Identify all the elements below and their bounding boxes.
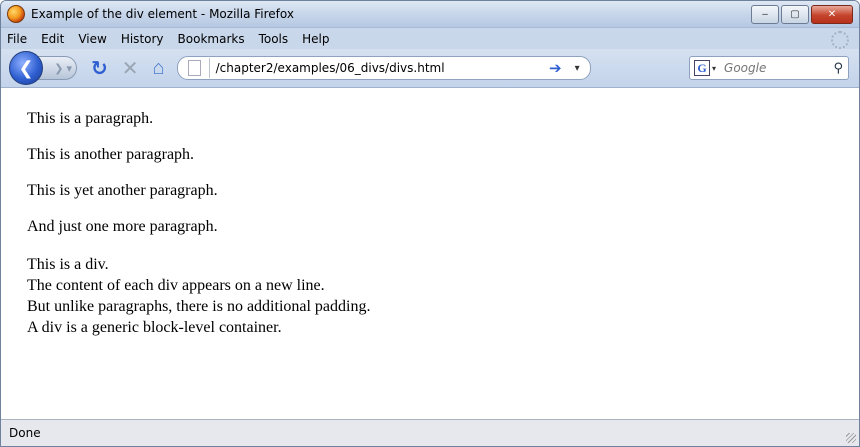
google-engine-icon[interactable]: G xyxy=(694,60,710,76)
browser-window: Example of the div element - Mozilla Fir… xyxy=(0,0,860,447)
page-icon xyxy=(187,60,201,76)
search-icon[interactable]: ⚲ xyxy=(833,60,843,76)
div-group: This is a div. The content of each div a… xyxy=(27,254,859,338)
menu-history[interactable]: History xyxy=(119,32,166,46)
div-line: This is a div. xyxy=(27,256,109,273)
url-dropdown-icon[interactable]: ▾ xyxy=(575,63,580,74)
search-input[interactable] xyxy=(722,60,827,76)
home-icon[interactable]: ⌂ xyxy=(153,57,165,80)
forward-arrow-icon: ❯ ▾ xyxy=(54,62,72,75)
go-arrow-icon[interactable]: ➔ xyxy=(549,59,562,77)
paragraph: This is another paragraph. xyxy=(27,146,195,163)
close-button[interactable]: ✕ xyxy=(811,5,853,24)
div-line: The content of each div appears on a new… xyxy=(27,277,325,294)
firefox-logo-icon xyxy=(7,5,25,23)
window-controls: – ▢ ✕ xyxy=(751,5,853,24)
div-line: But unlike paragraphs, there is no addit… xyxy=(27,298,371,315)
url-divider xyxy=(208,58,210,78)
page-content: This is a paragraph. This is another par… xyxy=(1,88,859,386)
paragraph: This is yet another paragraph. xyxy=(27,182,218,199)
title-bar[interactable]: Example of the div element - Mozilla Fir… xyxy=(1,1,859,28)
engine-dropdown-icon[interactable]: ▾ xyxy=(712,64,716,73)
resize-grip-icon[interactable] xyxy=(846,433,856,443)
menu-view[interactable]: View xyxy=(76,32,108,46)
menu-tools[interactable]: Tools xyxy=(257,32,291,46)
back-arrow-icon: ❮ xyxy=(18,57,34,78)
menu-file[interactable]: File xyxy=(5,32,29,46)
menu-help[interactable]: Help xyxy=(300,32,331,46)
url-text[interactable]: /chapter2/examples/06_divs/divs.html xyxy=(216,61,445,75)
back-button[interactable]: ❮ xyxy=(9,51,43,85)
status-bar: Done xyxy=(1,419,859,446)
menu-bookmarks[interactable]: Bookmarks xyxy=(176,32,247,46)
stop-icon[interactable]: ✕ xyxy=(122,56,139,81)
paragraph: And just one more paragraph. xyxy=(27,218,218,235)
div-line: A div is a generic block-level container… xyxy=(27,319,282,336)
minimize-button[interactable]: – xyxy=(751,5,779,24)
window-title: Example of the div element - Mozilla Fir… xyxy=(31,7,294,21)
paragraph: This is a paragraph. xyxy=(27,110,154,127)
throbber-icon xyxy=(831,31,849,49)
status-text: Done xyxy=(9,426,41,440)
url-bar[interactable]: /chapter2/examples/06_divs/divs.html ➔ ▾ xyxy=(176,56,591,80)
search-bar[interactable]: G ▾ ⚲ xyxy=(689,56,849,80)
menu-bar: File Edit View History Bookmarks Tools H… xyxy=(1,28,859,49)
maximize-button[interactable]: ▢ xyxy=(781,5,809,24)
navigation-toolbar: ❮ ❯ ▾ ↻ ✕ ⌂ /chapter2/examples/06_divs/d… xyxy=(1,49,859,88)
reload-icon[interactable]: ↻ xyxy=(91,56,108,81)
menu-edit[interactable]: Edit xyxy=(39,32,66,46)
